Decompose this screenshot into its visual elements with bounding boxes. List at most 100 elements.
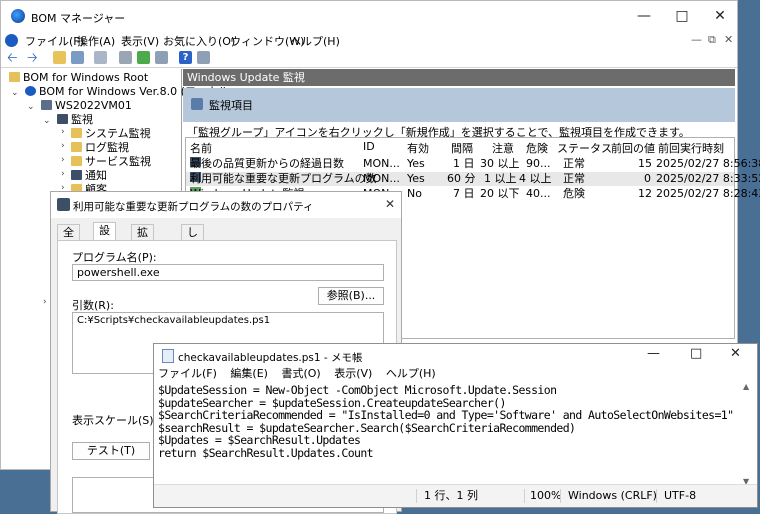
col-id[interactable]: ID: [363, 140, 375, 153]
mmc-icon: [5, 34, 18, 47]
tree-item-label: サービス監視: [85, 155, 151, 168]
tree-notify[interactable]: 通知: [71, 169, 107, 183]
np-menu-format[interactable]: 書式(O): [281, 367, 320, 380]
tab-advanced[interactable]: 拡張設定: [131, 224, 154, 287]
tree-log-monitor[interactable]: ログ監視: [71, 141, 129, 155]
expand-caret-icon[interactable]: ⌄: [43, 116, 51, 126]
code-line: $SearchCriteriaRecommended = "IsInstalle…: [158, 408, 734, 422]
row-warn: 30 以上: [480, 157, 520, 170]
notepad-close-button[interactable]: ✕: [730, 346, 741, 361]
np-menu-help[interactable]: ヘルプ(H): [386, 367, 436, 380]
row-time: 2025/02/27 8:56:38: [656, 157, 760, 170]
maximize-button[interactable]: □: [665, 1, 699, 31]
notepad-menubar: ファイル(F) 編集(E) 書式(O) 表示(V) ヘルプ(H): [158, 366, 446, 382]
main-window-title: BOM マネージャー: [31, 12, 126, 25]
col-warn[interactable]: 注意: [492, 140, 514, 156]
back-arrow-icon[interactable]: 🡠: [7, 49, 18, 71]
col-name[interactable]: 名前: [190, 140, 212, 156]
mdi-minimize-icon[interactable]: —: [691, 33, 702, 46]
tab-threshold[interactable]: しきい値: [181, 224, 204, 287]
collapsed-caret-icon[interactable]: ›: [61, 141, 65, 151]
pane-title: Windows Update 監視: [183, 69, 735, 86]
props-titlebar: 利用可能な重要な更新プログラムの数のプロパティ ✕: [51, 192, 401, 218]
row-enabled: Yes: [407, 157, 425, 170]
notepad-minimize-button[interactable]: —: [647, 346, 660, 361]
list-header: 名前 ID 有効 間隔 注意 危険 ステータス 前回の値 前回実行時刻: [186, 140, 734, 156]
notepad-editor[interactable]: $UpdateSession = New-Object -ComObject M…: [158, 384, 744, 484]
mdi-restore-icon[interactable]: ⧉: [708, 33, 716, 47]
export-icon[interactable]: [155, 51, 168, 64]
np-menu-file[interactable]: ファイル(F): [158, 367, 217, 380]
row-warn: 20 以下: [480, 187, 520, 200]
tree-system-monitor[interactable]: システム監視: [71, 127, 151, 141]
menu-help[interactable]: ヘルプ(H): [290, 33, 340, 49]
col-last-time[interactable]: 前回実行時刻: [658, 140, 724, 156]
row-time: 2025/02/27 8:28:43: [656, 187, 760, 200]
notepad-titlebar: checkavailableupdates.ps1 - メモ帳 — □ ✕: [154, 344, 757, 366]
menu-file[interactable]: ファイル(F): [25, 33, 84, 49]
forward-arrow-icon[interactable]: 🡢: [27, 49, 38, 71]
col-last-value[interactable]: 前回の値: [611, 140, 655, 156]
col-enabled[interactable]: 有効: [407, 140, 429, 156]
code-line: $Updates = $SearchResult.Updates: [158, 433, 361, 447]
notepad-maximize-button[interactable]: □: [690, 346, 702, 361]
tab-general[interactable]: 全般: [57, 224, 80, 255]
console-tree-icon[interactable]: [71, 51, 84, 64]
args-label: 引数(R):: [72, 299, 114, 312]
program-field[interactable]: powershell.exe: [72, 264, 384, 281]
show-hide-icon[interactable]: [197, 51, 210, 64]
mdi-close-icon[interactable]: ✕: [724, 33, 733, 46]
collapsed-caret-icon[interactable]: ›: [61, 155, 65, 165]
collapsed-caret-icon[interactable]: ›: [61, 169, 65, 179]
close-button[interactable]: ✕: [703, 1, 737, 31]
refresh-icon[interactable]: [137, 51, 150, 64]
tab-settings[interactable]: 設定: [93, 222, 116, 253]
collapsed-caret-icon[interactable]: ›: [43, 297, 47, 307]
row-enabled: Yes: [407, 172, 425, 185]
properties-icon[interactable]: [119, 51, 132, 64]
menu-action[interactable]: 操作(A): [77, 33, 115, 49]
main-menubar: ファイル(F) 操作(A) 表示(V) お気に入り(O) ウィンドウ(W) ヘル…: [1, 33, 737, 49]
row-value: 12: [638, 187, 652, 200]
props-close-icon[interactable]: ✕: [385, 197, 395, 211]
row-interval: 7 日: [453, 187, 475, 200]
server-icon: [41, 100, 52, 110]
tree-monitor[interactable]: 監視: [57, 113, 93, 127]
folder-up-icon[interactable]: [53, 51, 66, 64]
np-menu-view[interactable]: 表示(V): [334, 367, 372, 380]
notepad-vertical-scrollbar[interactable]: ▲ ▼: [741, 382, 755, 486]
tree-server[interactable]: WS2022VM01: [41, 99, 132, 113]
row-value: 15: [638, 157, 652, 170]
tree-service-monitor[interactable]: サービス監視: [71, 155, 151, 169]
copy-icon[interactable]: [94, 51, 107, 64]
menu-favorites[interactable]: お気に入り(O): [163, 33, 235, 49]
tree-root[interactable]: BOM for Windows Root: [9, 71, 148, 85]
col-status[interactable]: ステータス: [557, 140, 612, 156]
col-danger[interactable]: 危険: [526, 140, 548, 156]
row-warn: 1 以上: [484, 172, 517, 185]
browse-button[interactable]: 参照(B)...: [318, 287, 384, 305]
row-enabled: No: [407, 187, 422, 200]
main-toolbar: 🡠 🡢 ?: [1, 49, 737, 68]
menu-view[interactable]: 表示(V): [121, 33, 159, 49]
notepad-icon: [162, 349, 174, 363]
notepad-title: checkavailableupdates.ps1 - メモ帳: [178, 352, 363, 364]
expand-caret-icon[interactable]: ⌄: [11, 88, 19, 98]
minimize-button[interactable]: —: [627, 1, 661, 31]
help-icon[interactable]: ?: [179, 51, 192, 64]
col-interval[interactable]: 間隔: [451, 140, 473, 156]
collapsed-caret-icon[interactable]: ›: [61, 127, 65, 137]
folder-icon: [9, 72, 20, 82]
table-row[interactable]: 最後の品質更新からの経過日数 MON... Yes 1 日 30 以上 90..…: [186, 157, 760, 171]
scroll-up-icon[interactable]: ▲: [743, 382, 749, 391]
np-menu-edit[interactable]: 編集(E): [230, 367, 268, 380]
test-button[interactable]: テスト(T): [72, 442, 150, 460]
table-row[interactable]: 利用可能な重要な更新プログラムの数 MON... Yes 60 分 1 以上 4…: [186, 172, 760, 186]
bom-globe-icon: [25, 86, 36, 96]
monitor-icon: [57, 114, 68, 124]
folder-icon: [71, 156, 82, 166]
row-id: MON...: [363, 172, 400, 185]
expand-caret-icon[interactable]: ⌄: [27, 102, 35, 112]
tree-item-label: 通知: [85, 169, 107, 182]
row-name: 最後の品質更新からの経過日数: [190, 157, 344, 170]
